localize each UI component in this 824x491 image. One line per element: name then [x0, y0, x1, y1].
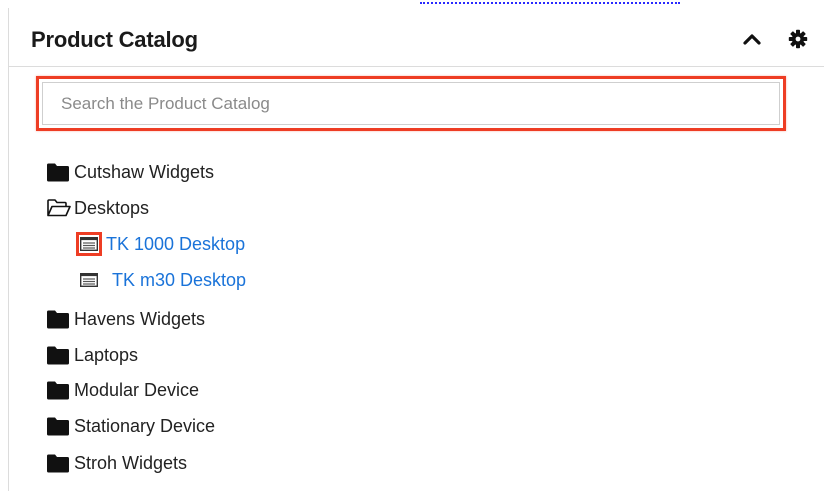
tree-folder-stationary-device[interactable]: Stationary Device — [46, 412, 215, 440]
folder-closed-icon — [46, 160, 74, 184]
tree-item-link[interactable]: TK 1000 Desktop — [106, 234, 245, 255]
tree-folder-laptops[interactable]: Laptops — [46, 341, 138, 369]
collapse-button[interactable] — [741, 28, 763, 50]
product-list-icon — [80, 273, 98, 287]
chevron-up-icon — [743, 34, 761, 45]
tree-folder-havens-widgets[interactable]: Havens Widgets — [46, 305, 205, 333]
tree-folder-stroh-widgets[interactable]: Stroh Widgets — [46, 449, 187, 477]
folder-open-icon — [46, 196, 74, 220]
tree-folder-desktops[interactable]: Desktops — [46, 194, 149, 222]
product-list-icon — [80, 237, 98, 251]
tree-item-label: Havens Widgets — [74, 308, 206, 329]
tree-item-label: Modular Device — [74, 379, 200, 400]
tree-item-label: Cutshaw Widgets — [74, 161, 215, 182]
product-icon-highlight — [76, 232, 102, 256]
folder-closed-icon — [46, 414, 74, 438]
tree-item-link[interactable]: TK m30 Desktop — [112, 270, 246, 291]
dashlet-header: Product Catalog — [9, 8, 824, 67]
tree-item-label: Laptops — [74, 344, 139, 365]
top-link-fragment — [420, 0, 680, 6]
folder-closed-icon — [46, 378, 74, 402]
folder-closed-icon — [46, 307, 74, 331]
tree-item-label: Desktops — [74, 197, 150, 218]
tree-product-tk-1000-desktop[interactable]: TK 1000 Desktop — [76, 230, 245, 258]
search-highlight-frame — [36, 76, 786, 131]
tree-folder-cutshaw-widgets[interactable]: Cutshaw Widgets — [46, 158, 214, 186]
search-input[interactable] — [42, 82, 780, 125]
tree-product-tk-m30-desktop[interactable]: TK m30 Desktop — [76, 266, 246, 294]
gear-icon — [788, 29, 808, 49]
dashlet-title: Product Catalog — [31, 27, 198, 52]
product-icon-wrapper — [76, 268, 102, 292]
settings-button[interactable] — [787, 28, 809, 50]
tree-item-label: Stationary Device — [74, 415, 216, 436]
tree-folder-modular-device[interactable]: Modular Device — [46, 376, 199, 404]
folder-closed-icon — [46, 343, 74, 367]
folder-closed-icon — [46, 451, 74, 475]
tree-item-label: Stroh Widgets — [74, 452, 188, 473]
